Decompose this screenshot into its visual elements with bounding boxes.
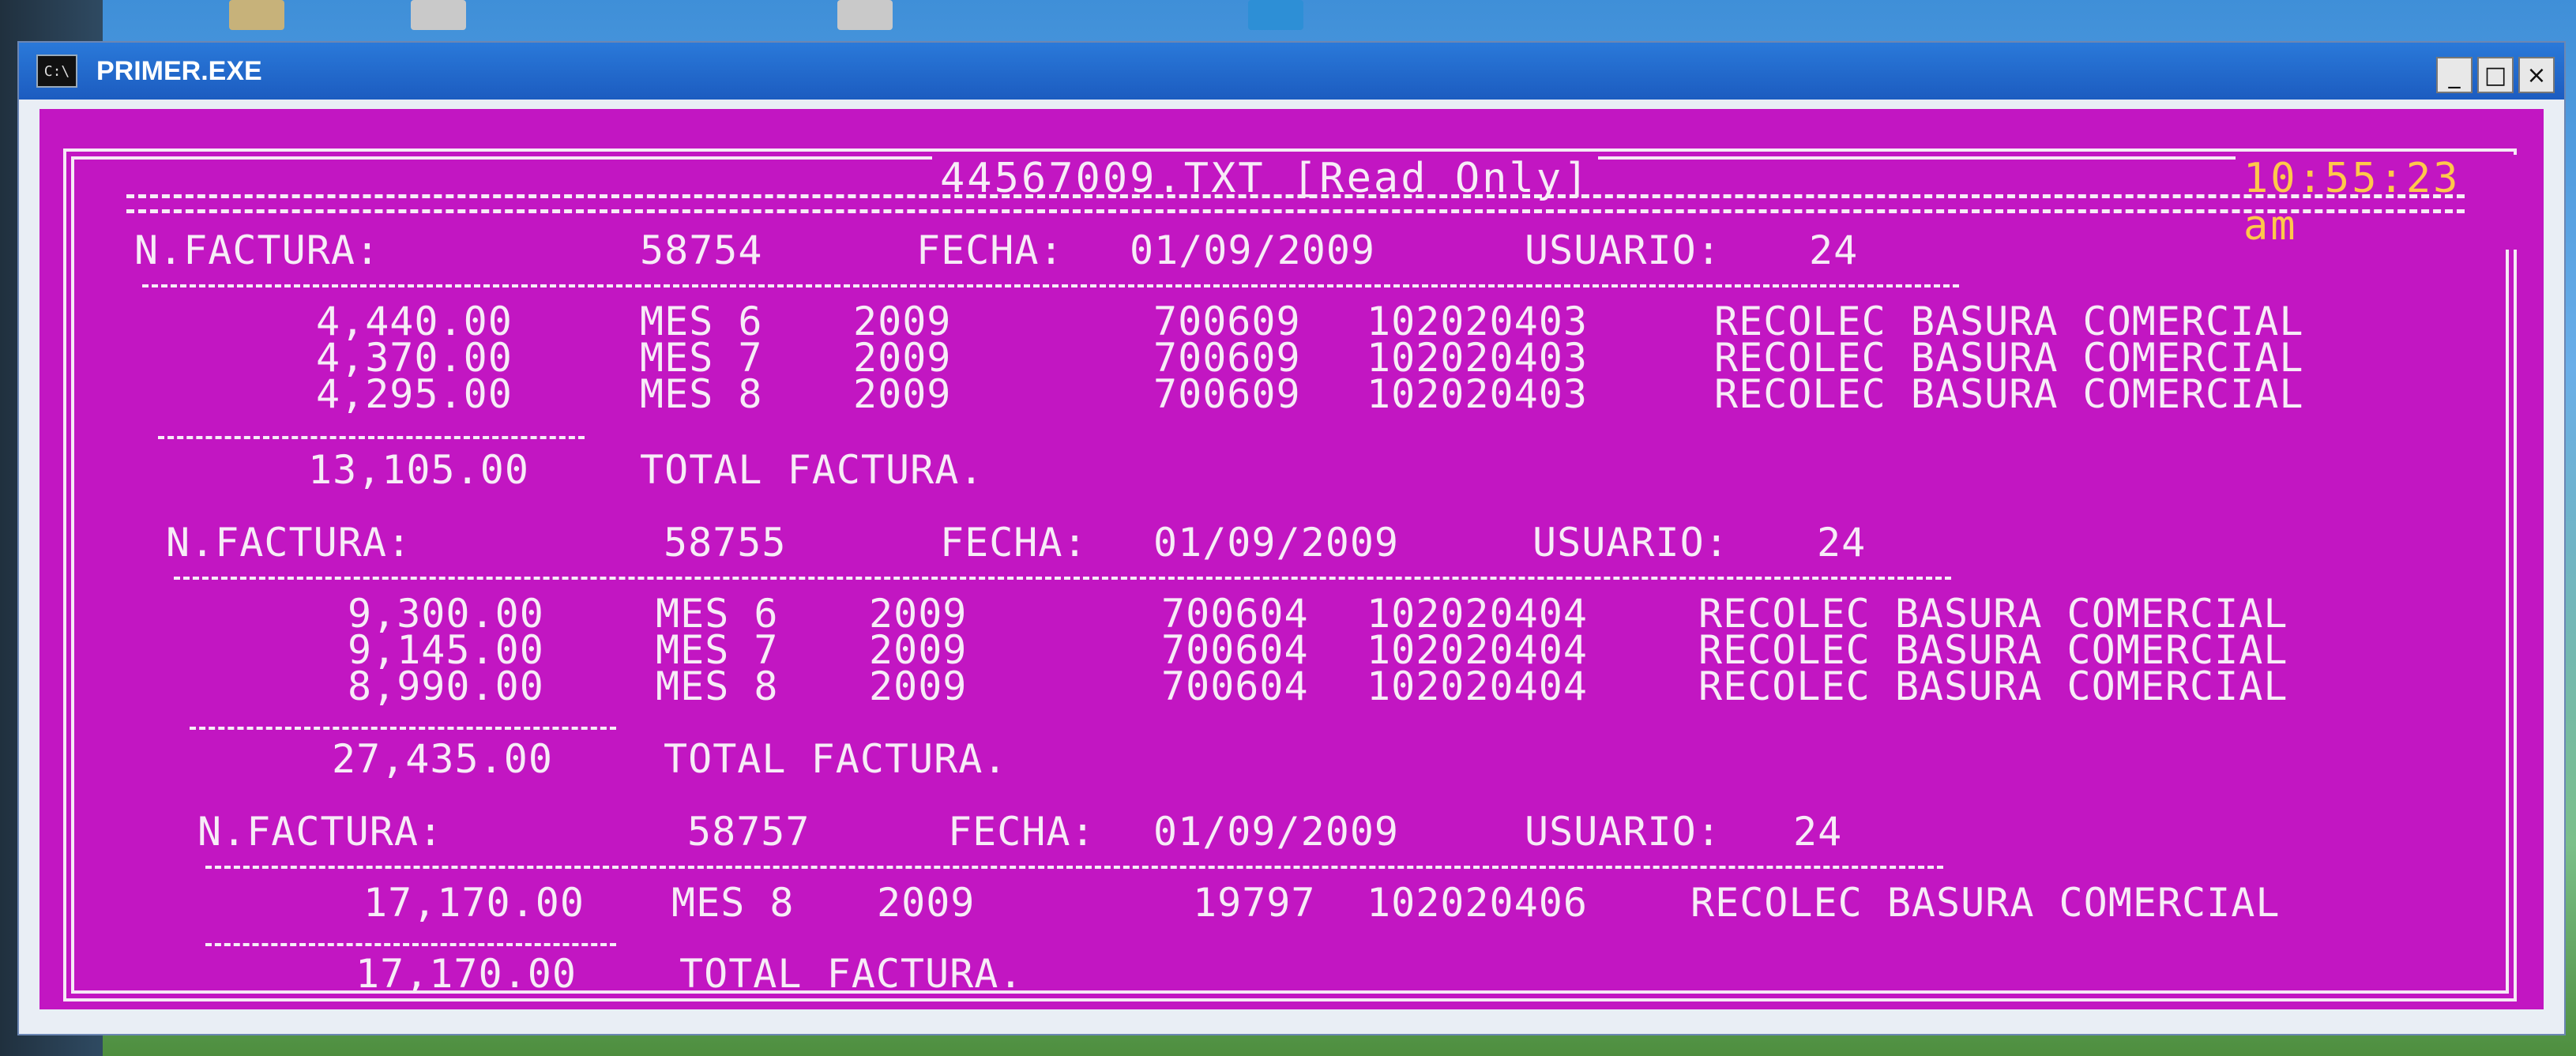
month: MES 8 [640,371,763,417]
total-label: TOTAL FACTURA. [679,951,1024,997]
invoice-user: 24 [1809,227,1859,273]
month: MES 8 [656,663,779,709]
dash-separator [205,866,1943,869]
invoice-total: 17,170.00 [355,951,577,997]
year: 2009 [853,371,952,417]
invoice-user: 24 [1817,520,1867,566]
double-separator [126,194,2465,213]
code: 700604 [1161,663,1309,709]
account: 102020406 [1367,880,1588,926]
desktop-icon[interactable] [1248,0,1303,30]
user-label: USUARIO: [1525,227,1721,273]
desktop-icon[interactable] [229,0,284,30]
invoice-number: 58754 [640,227,763,273]
dash-separator [142,284,1959,287]
date-label: FECHA: [948,809,1096,855]
console-app-icon: C:\ [36,54,77,88]
account: 102020404 [1367,663,1588,709]
amount: 8,990.00 [348,663,544,709]
total-separator [158,436,585,439]
year: 2009 [869,663,968,709]
invoice-date: 01/09/2009 [1153,520,1400,566]
invoice-label: N.FACTURA: [166,520,412,566]
description: RECOLEC BASURA COMERCIAL [1690,880,2281,926]
invoice-date: 01/09/2009 [1130,227,1376,273]
desktop-icon[interactable] [837,0,893,30]
invoice-user: 24 [1793,809,1843,855]
invoice-label: N.FACTURA: [197,809,444,855]
invoice-label: N.FACTURA: [134,227,381,273]
desktop-icon[interactable] [411,0,466,30]
description: RECOLEC BASURA COMERCIAL [1698,663,2288,709]
total-separator [190,727,616,730]
console-screen[interactable]: 44567009.TXT [Read Only] 10:55:23 am N.F… [39,109,2544,1009]
amount: 4,295.00 [316,371,513,417]
window-controls: _ □ × [2436,57,2555,93]
date-label: FECHA: [916,227,1064,273]
close-button[interactable]: × [2518,57,2555,93]
total-label: TOTAL FACTURA. [640,447,984,493]
invoice-number: 58757 [687,809,810,855]
total-separator [205,943,616,946]
console-window[interactable]: C:\ PRIMER.EXE _ □ × 44567009.TXT [Read … [17,41,2566,1035]
user-label: USUARIO: [1532,520,1729,566]
year: 2009 [877,880,976,926]
code: 19797 [1193,880,1316,926]
code: 700609 [1153,371,1301,417]
account: 102020403 [1367,371,1588,417]
minimize-button[interactable]: _ [2436,57,2473,93]
window-titlebar[interactable]: C:\ PRIMER.EXE _ □ × [19,43,2564,100]
maximize-button[interactable]: □ [2477,57,2514,93]
invoice-total: 27,435.00 [332,736,553,782]
month: MES 8 [671,880,795,926]
window-title: PRIMER.EXE [96,55,262,86]
total-label: TOTAL FACTURA. [664,736,1008,782]
desktop-top-icons [0,0,2576,36]
amount: 17,170.00 [363,880,585,926]
invoice-number: 58755 [664,520,787,566]
date-label: FECHA: [940,520,1088,566]
invoice-total: 13,105.00 [308,447,529,493]
invoice-date: 01/09/2009 [1153,809,1400,855]
user-label: USUARIO: [1525,809,1721,855]
dash-separator [174,577,1951,580]
description: RECOLEC BASURA COMERCIAL [1714,371,2304,417]
